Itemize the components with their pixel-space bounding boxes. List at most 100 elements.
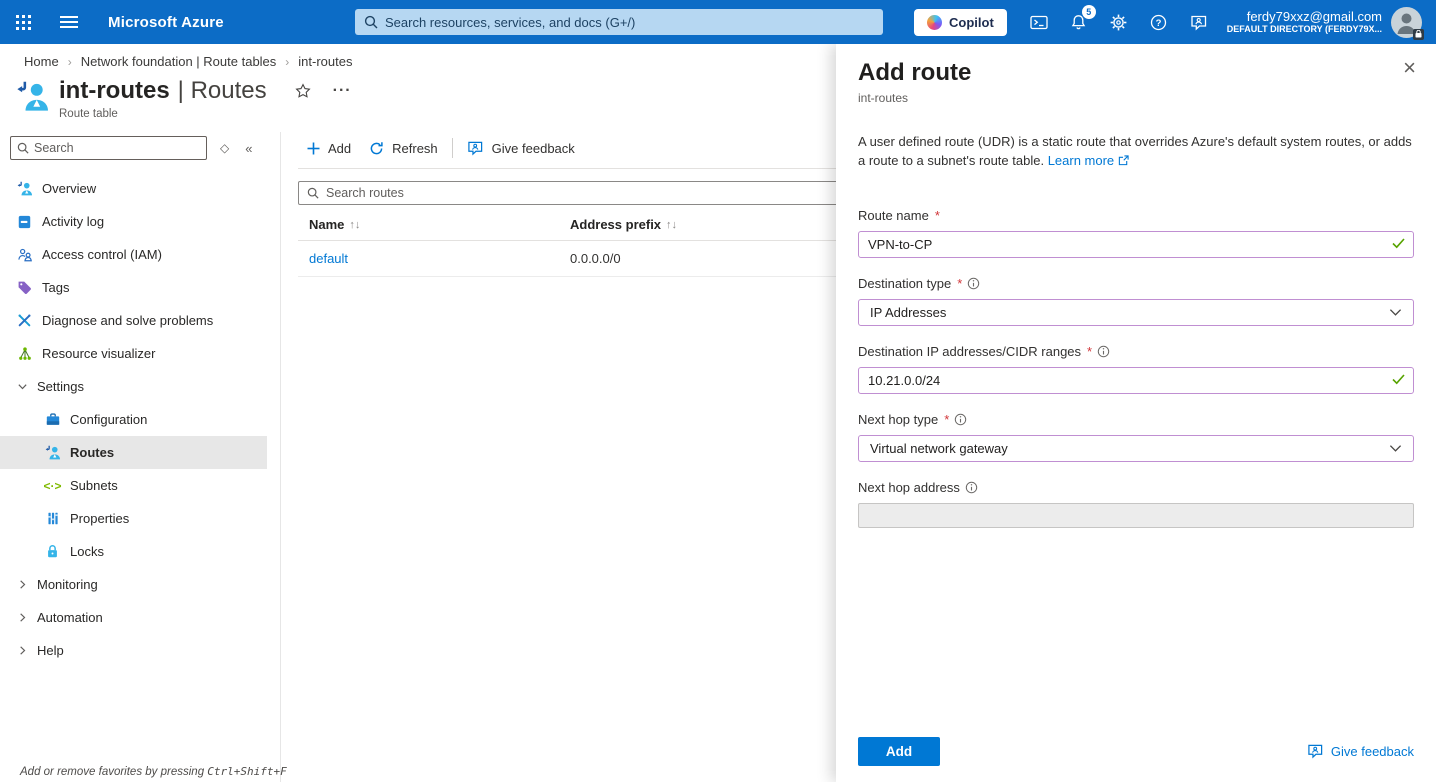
sidebar-item-label: Overview <box>42 181 96 196</box>
add-button[interactable]: Add <box>858 737 940 766</box>
resource-visualizer-icon <box>16 345 33 362</box>
more-actions-button[interactable]: ··· <box>333 77 352 105</box>
panel-feedback-label: Give feedback <box>1331 744 1414 759</box>
sidebar-item-activity-log[interactable]: Activity log <box>0 205 267 238</box>
panel-description-text: A user defined route (UDR) is a static r… <box>858 134 1412 168</box>
feedback-command-label: Give feedback <box>492 141 575 156</box>
copilot-button[interactable]: Copilot <box>914 9 1007 36</box>
sidebar-item-configuration[interactable]: Configuration <box>0 403 267 436</box>
info-icon[interactable] <box>965 481 978 494</box>
refresh-command[interactable]: Refresh <box>360 134 447 162</box>
destination-type-field: Destination type* IP Addresses <box>858 274 1414 326</box>
sidebar-item-label: Configuration <box>70 412 147 427</box>
feedback-icon <box>1307 743 1324 759</box>
breadcrumb-home[interactable]: Home <box>24 54 59 69</box>
sort-icon[interactable]: ↑↓ <box>666 219 677 231</box>
sidebar-item-tags[interactable]: Tags <box>0 271 267 304</box>
column-header-name[interactable]: Name <box>309 217 344 232</box>
sidebar-item-resource-visualizer[interactable]: Resource visualizer <box>0 337 267 370</box>
favorites-hint-text: Add or remove favorites by pressing <box>20 766 204 778</box>
global-search-input[interactable] <box>385 15 874 30</box>
sidebar-group-settings[interactable]: Settings <box>0 370 267 403</box>
feedback-icon <box>467 140 484 156</box>
app-launcher-button[interactable] <box>0 0 46 44</box>
breadcrumb-chevron-icon: › <box>59 55 81 69</box>
sidebar-group-automation[interactable]: Automation <box>0 601 267 634</box>
toolbox-icon <box>44 411 61 428</box>
hamburger-menu-button[interactable] <box>46 0 92 44</box>
topbar-right-group: Copilot 5 <box>914 0 1436 44</box>
route-name-input[interactable] <box>858 231 1414 258</box>
next-hop-type-select[interactable]: Virtual network gateway <box>858 435 1414 462</box>
expand-collapse-all-icon[interactable]: ◇ <box>220 141 229 155</box>
gear-icon <box>1110 14 1127 31</box>
sort-icon[interactable]: ↑↓ <box>349 219 360 231</box>
route-table-icon <box>16 180 33 197</box>
required-asterisk: * <box>935 208 940 223</box>
info-icon[interactable] <box>967 277 980 290</box>
next-hop-type-field: Next hop type* Virtual network gateway <box>858 410 1414 462</box>
required-asterisk: * <box>944 412 949 427</box>
sidebar-item-routes[interactable]: Routes <box>0 436 267 469</box>
next-hop-address-input-disabled <box>858 503 1414 528</box>
help-icon: ? <box>1150 14 1167 31</box>
info-icon[interactable] <box>954 413 967 426</box>
collapse-sidebar-icon[interactable]: « <box>245 141 252 156</box>
column-header-address-prefix[interactable]: Address prefix <box>570 217 661 232</box>
learn-more-link[interactable]: Learn more <box>1048 153 1129 168</box>
tag-icon <box>16 279 33 296</box>
destination-type-select[interactable]: IP Addresses <box>858 299 1414 326</box>
sidebar-item-label: Tags <box>42 280 69 295</box>
sidebar-item-overview[interactable]: Overview <box>0 172 267 205</box>
breadcrumb-chevron-icon: › <box>276 55 298 69</box>
account-menu[interactable]: ferdy79xxz@gmail.com DEFAULT DIRECTORY (… <box>1227 9 1382 35</box>
route-name-link[interactable]: default <box>309 251 348 266</box>
settings-button[interactable] <box>1099 0 1139 44</box>
sidebar-group-monitoring[interactable]: Monitoring <box>0 568 267 601</box>
favorite-button[interactable] <box>295 83 311 99</box>
sidebar-group-help[interactable]: Help <box>0 634 267 667</box>
help-button[interactable]: ? <box>1139 0 1179 44</box>
sidebar-item-subnets[interactable]: <·> Subnets <box>0 469 267 502</box>
lock-icon <box>44 543 61 560</box>
add-route-command[interactable]: Add <box>298 134 360 162</box>
sidebar-item-diagnose[interactable]: Diagnose and solve problems <box>0 304 267 337</box>
add-route-panel: × Add route int-routes A user defined ro… <box>836 44 1436 782</box>
avatar[interactable] <box>1391 7 1422 38</box>
chevron-down-icon <box>16 381 28 392</box>
sidebar-item-label: Properties <box>70 511 129 526</box>
learn-more-label: Learn more <box>1048 153 1114 168</box>
activity-log-icon <box>16 213 33 230</box>
destination-ip-label: Destination IP addresses/CIDR ranges* <box>858 342 1414 360</box>
valid-check-icon <box>1392 374 1405 385</box>
sidebar-group-label: Help <box>37 643 64 658</box>
required-asterisk: * <box>1087 344 1092 359</box>
route-table-icon <box>16 80 50 114</box>
sidebar-search-input[interactable] <box>34 141 200 155</box>
info-icon[interactable] <box>1097 345 1110 358</box>
azure-brand[interactable]: Microsoft Azure <box>108 14 224 31</box>
route-table-icon <box>44 444 61 461</box>
sidebar-item-locks[interactable]: Locks <box>0 535 267 568</box>
route-name-label: Route name* <box>858 206 1414 224</box>
close-icon[interactable]: × <box>1403 59 1416 77</box>
chevron-right-icon <box>16 645 28 656</box>
destination-ip-input[interactable] <box>858 367 1414 394</box>
global-search-bar[interactable] <box>355 9 883 35</box>
destination-type-value: IP Addresses <box>870 305 946 320</box>
cloud-shell-button[interactable] <box>1019 0 1059 44</box>
sidebar-item-access-control[interactable]: Access control (IAM) <box>0 238 267 271</box>
title-block: int-routes | Routes ··· Route table <box>59 77 352 120</box>
next-hop-address-field: Next hop address <box>858 478 1414 530</box>
breadcrumb-route-tables[interactable]: Network foundation | Route tables <box>81 54 277 69</box>
sidebar-item-label: Subnets <box>70 478 118 493</box>
notifications-button[interactable]: 5 <box>1059 0 1099 44</box>
breadcrumb-int-routes[interactable]: int-routes <box>298 54 352 69</box>
sidebar-item-properties[interactable]: Properties <box>0 502 267 535</box>
iam-people-icon <box>16 246 33 263</box>
panel-give-feedback-link[interactable]: Give feedback <box>1307 743 1414 759</box>
cloud-shell-icon <box>1030 14 1048 31</box>
give-feedback-command[interactable]: Give feedback <box>458 134 584 162</box>
sidebar-search-box[interactable] <box>10 136 207 160</box>
feedback-button[interactable] <box>1179 0 1219 44</box>
